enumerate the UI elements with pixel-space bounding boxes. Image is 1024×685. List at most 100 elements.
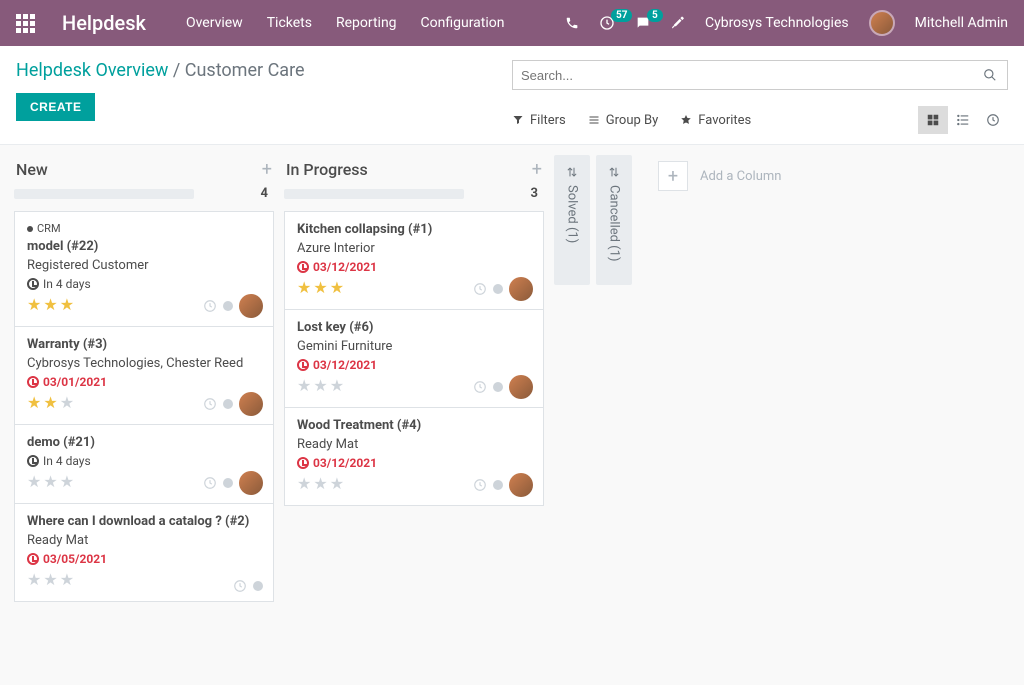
priority-star[interactable]: ★ [60,295,74,314]
activity-icon[interactable] [203,397,217,411]
priority-star[interactable]: ★ [313,376,327,395]
priority-star[interactable]: ★ [297,278,311,297]
user-avatar[interactable] [869,10,895,36]
add-column-button[interactable]: + [658,161,688,191]
priority-star[interactable]: ★ [297,376,311,395]
priority-star[interactable]: ★ [27,472,41,491]
column-title[interactable]: New [16,160,48,179]
folded-column[interactable]: ⇄Solved (1) [554,155,590,285]
kanban-card[interactable]: Warranty (#3) Cybrosys Technologies, Che… [15,327,273,425]
priority-star[interactable]: ★ [43,295,57,314]
activity-icon[interactable] [473,478,487,492]
breadcrumb-current: Customer Care [185,60,305,81]
state-dot[interactable] [493,382,503,392]
kanban-card[interactable]: Lost key (#6) Gemini Furniture 03/12/202… [285,310,543,408]
card-footer [203,392,263,416]
topbar: Helpdesk Overview Tickets Reporting Conf… [0,0,1024,46]
card-footer [233,579,263,593]
kanban-board: New + 4 CRM model (#22) Registered Custo… [0,145,1024,685]
priority-star[interactable]: ★ [27,393,41,412]
activity-icon[interactable] [203,299,217,313]
kanban-card[interactable]: Kitchen collapsing (#1) Azure Interior 0… [285,212,543,310]
tools-icon[interactable] [671,16,685,30]
card-footer [473,375,533,399]
add-column: + Add a Column [658,155,781,191]
kanban-card[interactable]: CRM model (#22) Registered Customer In 4… [15,212,273,327]
state-dot[interactable] [223,301,233,311]
quick-create-icon[interactable]: + [532,159,542,180]
favorites-button[interactable]: Favorites [680,113,751,128]
priority-star[interactable]: ★ [330,376,344,395]
assignee-avatar[interactable] [509,473,533,497]
priority-star[interactable]: ★ [43,570,57,589]
phone-icon[interactable] [565,16,579,30]
priority-star[interactable]: ★ [297,474,311,493]
clock-icon [27,376,39,388]
state-dot[interactable] [253,581,263,591]
assignee-avatar[interactable] [509,375,533,399]
activities-icon[interactable]: 57 [599,15,615,31]
activity-view-button[interactable] [978,106,1008,134]
card-subtitle: Ready Mat [297,437,531,452]
state-dot[interactable] [223,399,233,409]
menu-overview[interactable]: Overview [186,15,243,31]
activity-icon[interactable] [203,476,217,490]
clock-icon [297,359,309,371]
assignee-avatar[interactable] [239,294,263,318]
groupby-button[interactable]: Group By [588,113,659,128]
list-view-button[interactable] [948,106,978,134]
app-brand: Helpdesk [62,11,146,35]
apps-icon[interactable] [16,14,40,33]
messages-icon[interactable]: 5 [635,15,651,31]
assignee-avatar[interactable] [509,277,533,301]
user-name[interactable]: Mitchell Admin [915,15,1008,31]
filters-button[interactable]: Filters [512,113,566,128]
menu-reporting[interactable]: Reporting [336,15,397,31]
expand-icon: ⇄ [607,167,621,177]
column-progress-bar[interactable] [14,189,194,199]
card-due: In 4 days [27,454,261,468]
priority-star[interactable]: ★ [330,278,344,297]
column-progress-bar[interactable] [284,189,464,199]
priority-star[interactable]: ★ [43,393,57,412]
create-button[interactable]: CREATE [16,93,95,121]
kanban-card[interactable]: Where can I download a catalog ? (#2) Re… [15,504,273,601]
priority-star[interactable]: ★ [313,278,327,297]
company-name[interactable]: Cybrosys Technologies [705,15,849,31]
card-tag: CRM [27,222,261,235]
kanban-card[interactable]: Wood Treatment (#4) Ready Mat 03/12/2021… [285,408,543,505]
priority-star[interactable]: ★ [27,295,41,314]
kanban-card[interactable]: demo (#21) In 4 days ★★★ [15,425,273,504]
activity-icon[interactable] [473,282,487,296]
state-dot[interactable] [493,480,503,490]
breadcrumb-root[interactable]: Helpdesk Overview [16,60,168,81]
priority-star[interactable]: ★ [60,393,74,412]
add-column-label[interactable]: Add a Column [700,169,781,184]
assignee-avatar[interactable] [239,471,263,495]
priority-star[interactable]: ★ [60,472,74,491]
state-dot[interactable] [493,284,503,294]
search-icon[interactable] [973,68,1007,82]
folded-column[interactable]: ⇄Cancelled (1) [596,155,632,285]
card-subtitle: Cybrosys Technologies, Chester Reed [27,356,261,371]
column-title[interactable]: In Progress [286,160,368,179]
priority-star[interactable]: ★ [60,570,74,589]
card-footer [473,473,533,497]
activity-icon[interactable] [233,579,247,593]
card-title: model (#22) [27,239,261,254]
menu-tickets[interactable]: Tickets [267,15,312,31]
priority-star[interactable]: ★ [43,472,57,491]
top-right: 57 5 Cybrosys Technologies Mitchell Admi… [565,10,1008,36]
kanban-view-button[interactable] [918,106,948,134]
activity-icon[interactable] [473,380,487,394]
kanban-column: New + 4 CRM model (#22) Registered Custo… [14,155,274,602]
quick-create-icon[interactable]: + [262,159,272,180]
state-dot[interactable] [223,478,233,488]
priority-star[interactable]: ★ [27,570,41,589]
menu-configuration[interactable]: Configuration [421,15,505,31]
priority-star[interactable]: ★ [313,474,327,493]
search-input[interactable] [513,68,973,83]
assignee-avatar[interactable] [239,392,263,416]
search-box[interactable] [512,60,1008,90]
priority-star[interactable]: ★ [330,474,344,493]
